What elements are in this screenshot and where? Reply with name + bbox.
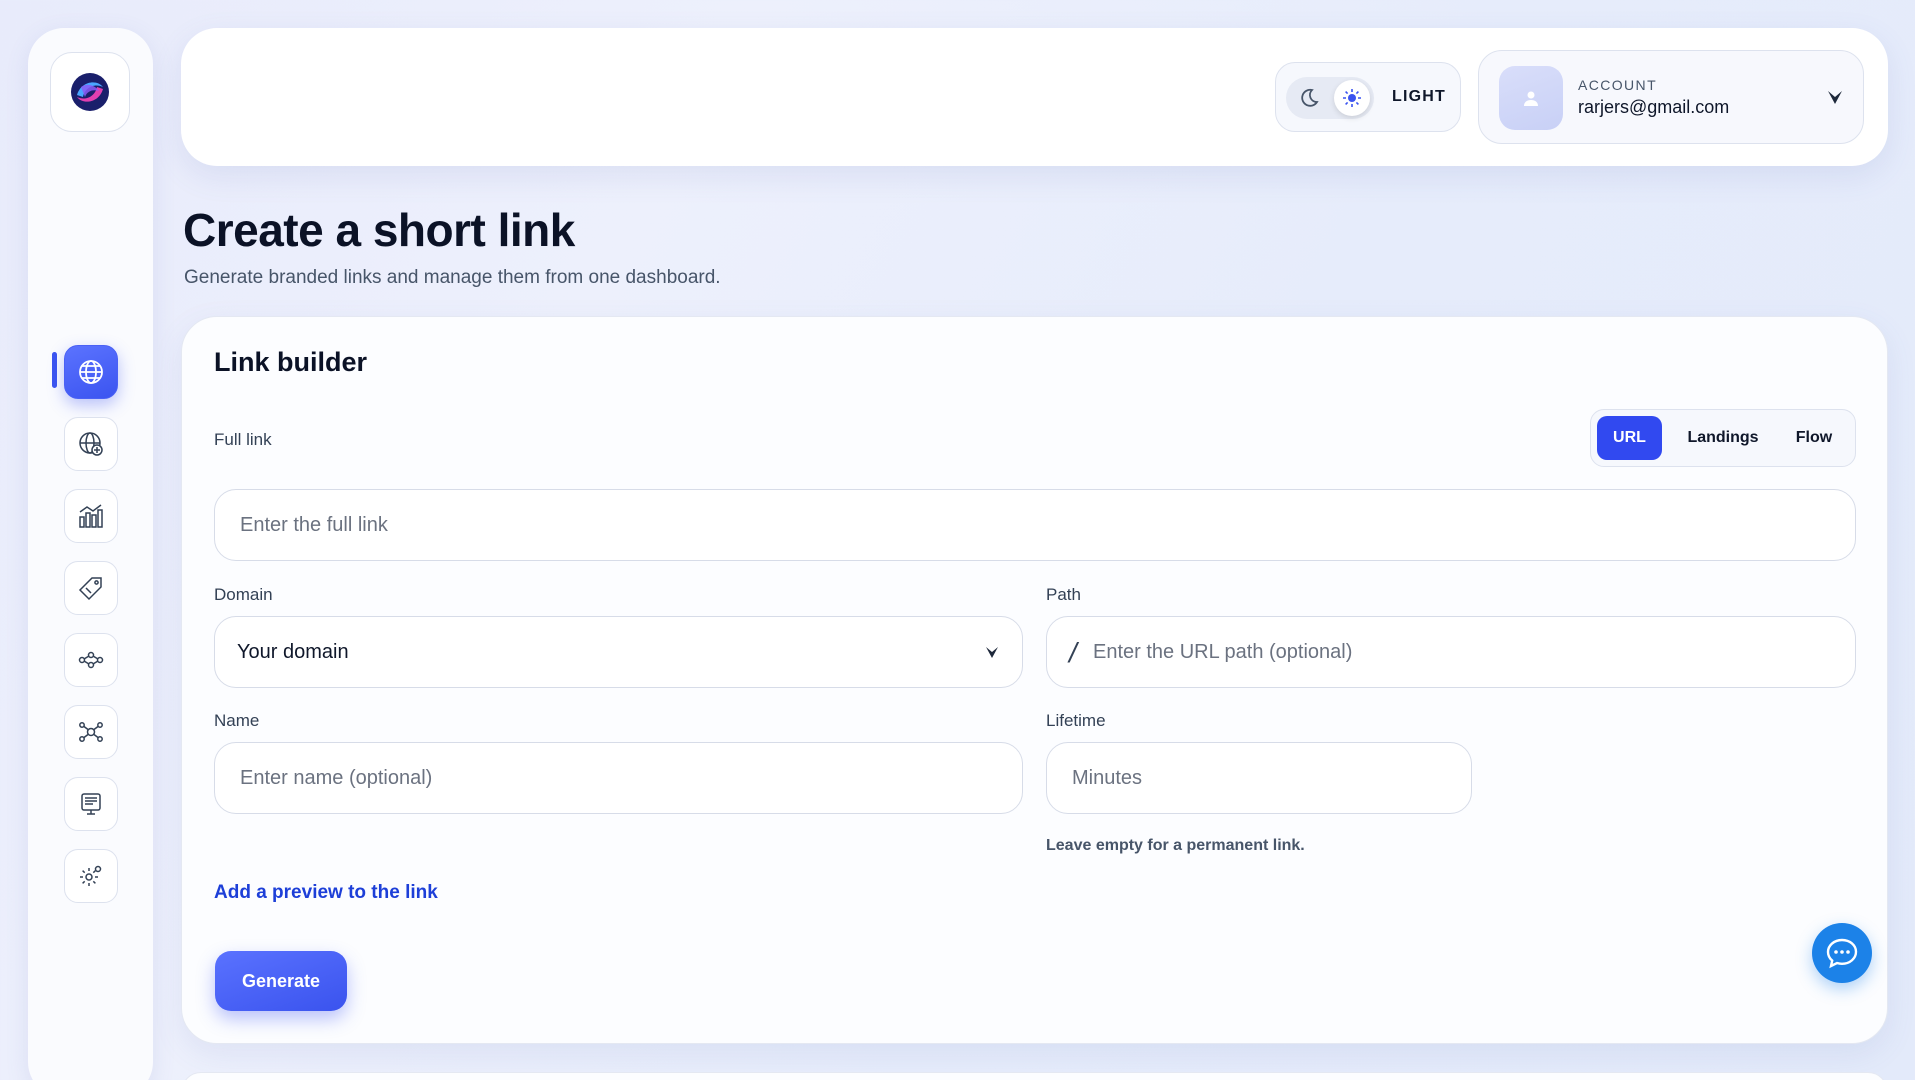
active-indicator <box>52 352 57 388</box>
domain-select[interactable]: Your domain <box>214 616 1023 688</box>
page-subtitle: Generate branded links and manage them f… <box>184 267 721 288</box>
name-input[interactable]: Enter name (optional) <box>214 742 1023 814</box>
account-email: rarjers@gmail.com <box>1578 97 1730 117</box>
sidebar-item-flows[interactable] <box>64 633 118 687</box>
lifetime-label: Lifetime <box>1046 711 1106 730</box>
sidebar-item-campaigns[interactable] <box>64 561 118 615</box>
next-card <box>181 1072 1888 1080</box>
avatar <box>1499 66 1563 130</box>
tag-icon <box>78 577 102 601</box>
domain-label: Domain <box>214 585 273 604</box>
full-link-placeholder: Enter the full link <box>240 513 388 536</box>
theme-toggle[interactable]: LIGHT <box>1275 62 1461 132</box>
sidebar-item-analytics[interactable] <box>64 489 118 543</box>
swirl-logo-icon <box>71 73 109 111</box>
sidebar-item-billing[interactable] <box>64 777 118 831</box>
sidebar-item-settings[interactable] <box>64 849 118 903</box>
top-header: LIGHT ACCOUNT rarjers@gmail.com <box>181 28 1888 166</box>
lifetime-placeholder: Minutes <box>1072 766 1143 789</box>
theme-label: LIGHT <box>1392 88 1446 105</box>
page-title: Create a short link <box>183 204 575 256</box>
sidebar-item-integrations[interactable] <box>64 705 118 759</box>
account-label: ACCOUNT <box>1578 77 1658 93</box>
chat-button[interactable] <box>1812 923 1872 983</box>
network-icon <box>79 722 103 742</box>
globe-plus-icon <box>79 432 103 456</box>
lifetime-input[interactable]: Minutes <box>1046 742 1472 814</box>
sun-icon <box>1343 89 1361 107</box>
toggle-knob[interactable] <box>1334 80 1370 116</box>
globe-icon <box>79 360 103 384</box>
name-label: Name <box>214 711 260 730</box>
account-menu[interactable]: ACCOUNT rarjers@gmail.com <box>1478 50 1864 144</box>
tab-url[interactable]: URL <box>1597 416 1662 460</box>
flow-icon <box>78 651 104 669</box>
chevron-down-icon[interactable] <box>1825 87 1845 107</box>
toggle-track[interactable] <box>1286 77 1374 119</box>
link-builder-card: Link builder Full link URL Landings Flow… <box>181 316 1888 1044</box>
name-placeholder: Enter name (optional) <box>240 766 433 789</box>
full-link-input[interactable]: Enter the full link <box>214 489 1856 561</box>
chevron-down-icon <box>986 647 998 658</box>
add-preview-link[interactable]: Add a preview to the link <box>214 882 438 904</box>
chat-bubble-icon <box>1826 938 1858 969</box>
user-icon <box>1524 91 1538 106</box>
monitor-icon <box>81 793 101 815</box>
sidebar-item-links[interactable] <box>64 345 118 399</box>
moon-icon <box>1301 88 1319 107</box>
card-title: Link builder <box>214 347 368 377</box>
lifetime-hint: Leave empty for a permanent link. <box>1046 837 1305 854</box>
path-label: Path <box>1046 585 1081 604</box>
sidebar <box>28 28 153 1080</box>
app-logo[interactable] <box>50 52 130 132</box>
path-placeholder: Enter the URL path (optional) <box>1093 640 1353 663</box>
gear-icon <box>80 865 102 886</box>
generate-button[interactable]: Generate <box>215 951 347 1011</box>
tab-flow[interactable]: Flow <box>1779 416 1849 460</box>
sidebar-item-domains[interactable] <box>64 417 118 471</box>
full-link-label: Full link <box>214 430 272 449</box>
link-type-tabs: URL Landings Flow <box>1590 409 1856 467</box>
bar-chart-icon <box>79 504 103 528</box>
domain-value: Your domain <box>237 640 349 663</box>
path-input[interactable]: / Enter the URL path (optional) <box>1046 616 1856 688</box>
path-prefix: / <box>1069 637 1077 668</box>
tab-landings[interactable]: Landings <box>1672 416 1774 460</box>
